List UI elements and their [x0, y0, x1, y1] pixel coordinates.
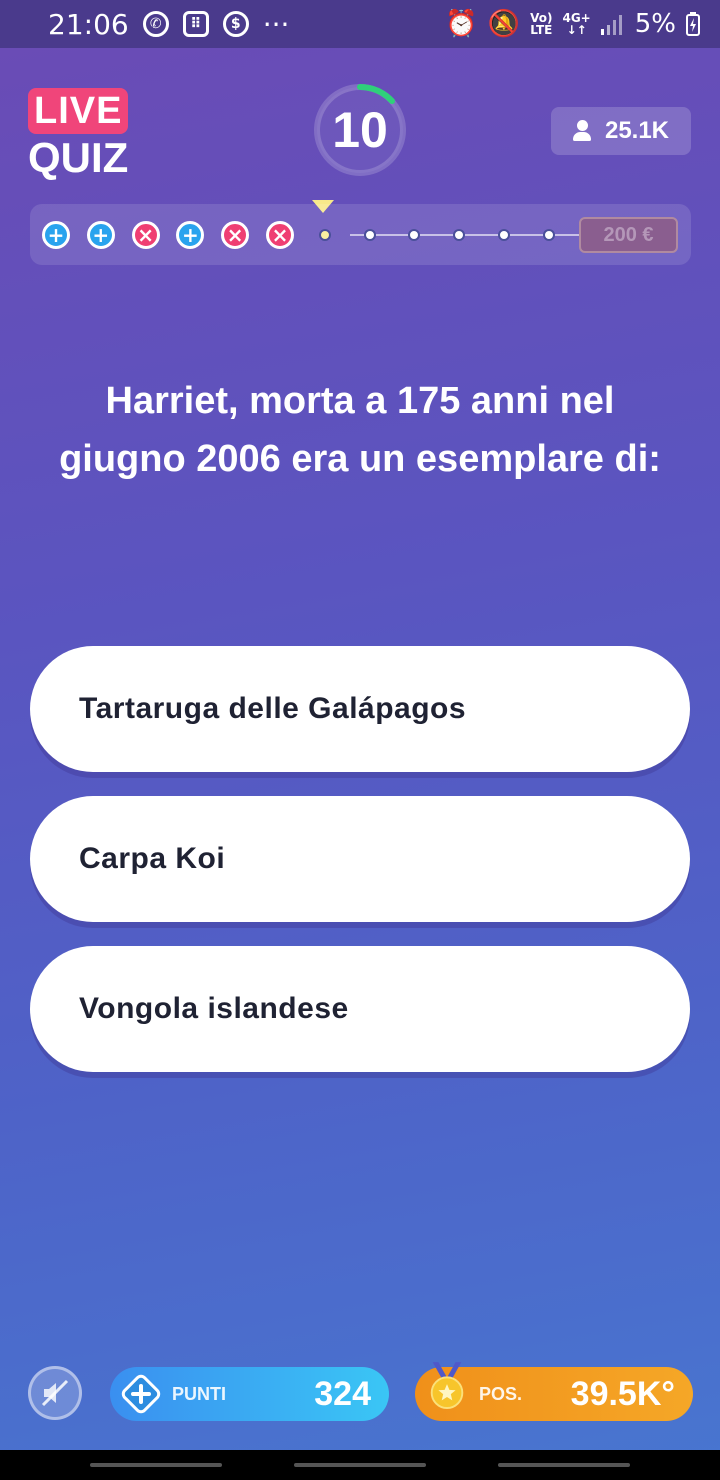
medal-icon	[430, 1362, 464, 1409]
upcoming-question-dot	[498, 229, 510, 241]
dollar-icon: $	[222, 11, 249, 37]
status-time: 21:06	[48, 7, 129, 41]
viewer-count: 25.1K	[604, 117, 670, 144]
person-icon	[572, 120, 591, 142]
correct-answer-icon: +	[86, 221, 115, 249]
game-controller-icon: ⠿	[182, 11, 209, 37]
nav-recents-button[interactable]	[90, 1463, 222, 1467]
signal-strength-icon	[600, 15, 622, 35]
upcoming-question-dot	[542, 229, 555, 241]
whatsapp-icon: ✆	[142, 11, 169, 37]
alarm-icon: ⏰	[445, 9, 478, 39]
points-value: 324	[314, 1374, 371, 1413]
current-question-dot	[318, 229, 331, 241]
nav-home-button[interactable]	[294, 1463, 426, 1467]
mute-button[interactable]	[28, 1366, 82, 1420]
answer-option-1[interactable]: Tartaruga delle Galápagos	[30, 646, 690, 772]
status-bar: 21:06 ✆ ⠿ $ ··· ⏰ 🔕 Vo) LTE 4G+ ↓↑ 5%	[0, 0, 720, 48]
upcoming-question-dot	[408, 229, 421, 241]
position-label: POS.	[479, 1383, 523, 1404]
answer-option-3[interactable]: Vongola islandese	[30, 946, 690, 1072]
wrong-answer-icon: ×	[131, 221, 160, 249]
countdown-timer: 10	[312, 82, 408, 178]
more-notifications-icon: ···	[262, 7, 290, 41]
prize-badge: 200 €	[579, 217, 678, 253]
question-text: Harriet, morta a 175 anni nel giugno 200…	[59, 380, 661, 480]
correct-answer-icon: +	[176, 221, 205, 249]
battery-percentage: 5%	[634, 9, 676, 39]
logo-quiz-text: QUIZ	[28, 134, 129, 181]
network-4g-indicator: 4G+ ↓↑	[562, 11, 591, 37]
correct-answer-icon: +	[42, 221, 70, 249]
volte-indicator: Vo) LTE	[530, 11, 553, 37]
points-pill: PUNTI 324	[110, 1367, 389, 1421]
nav-back-button[interactable]	[498, 1463, 630, 1467]
wrong-answer-icon: ×	[266, 221, 294, 249]
muted-speaker-icon	[41, 1379, 69, 1407]
question-progress-bar: + + × + × × 200 €	[30, 204, 691, 265]
viewer-count-badge: 25.1K	[551, 107, 691, 155]
position-pill: POS. 39.5K°	[415, 1362, 693, 1421]
battery-charging-icon	[686, 12, 700, 36]
diamond-plus-icon	[121, 1374, 161, 1414]
logo-live-text: LIVE	[28, 88, 129, 134]
position-value: 39.5K°	[570, 1374, 675, 1413]
live-quiz-logo: LIVE QUIZ	[28, 88, 140, 180]
points-label: PUNTI	[172, 1383, 226, 1404]
timer-seconds: 10	[332, 102, 388, 158]
upcoming-question-dot	[363, 229, 376, 241]
answer-option-2[interactable]: Carpa Koi	[30, 796, 690, 922]
mute-notification-icon: 🔕	[487, 9, 521, 39]
wrong-answer-icon: ×	[221, 221, 250, 249]
system-navigation-bar	[0, 1450, 720, 1480]
upcoming-question-dot	[453, 229, 466, 241]
